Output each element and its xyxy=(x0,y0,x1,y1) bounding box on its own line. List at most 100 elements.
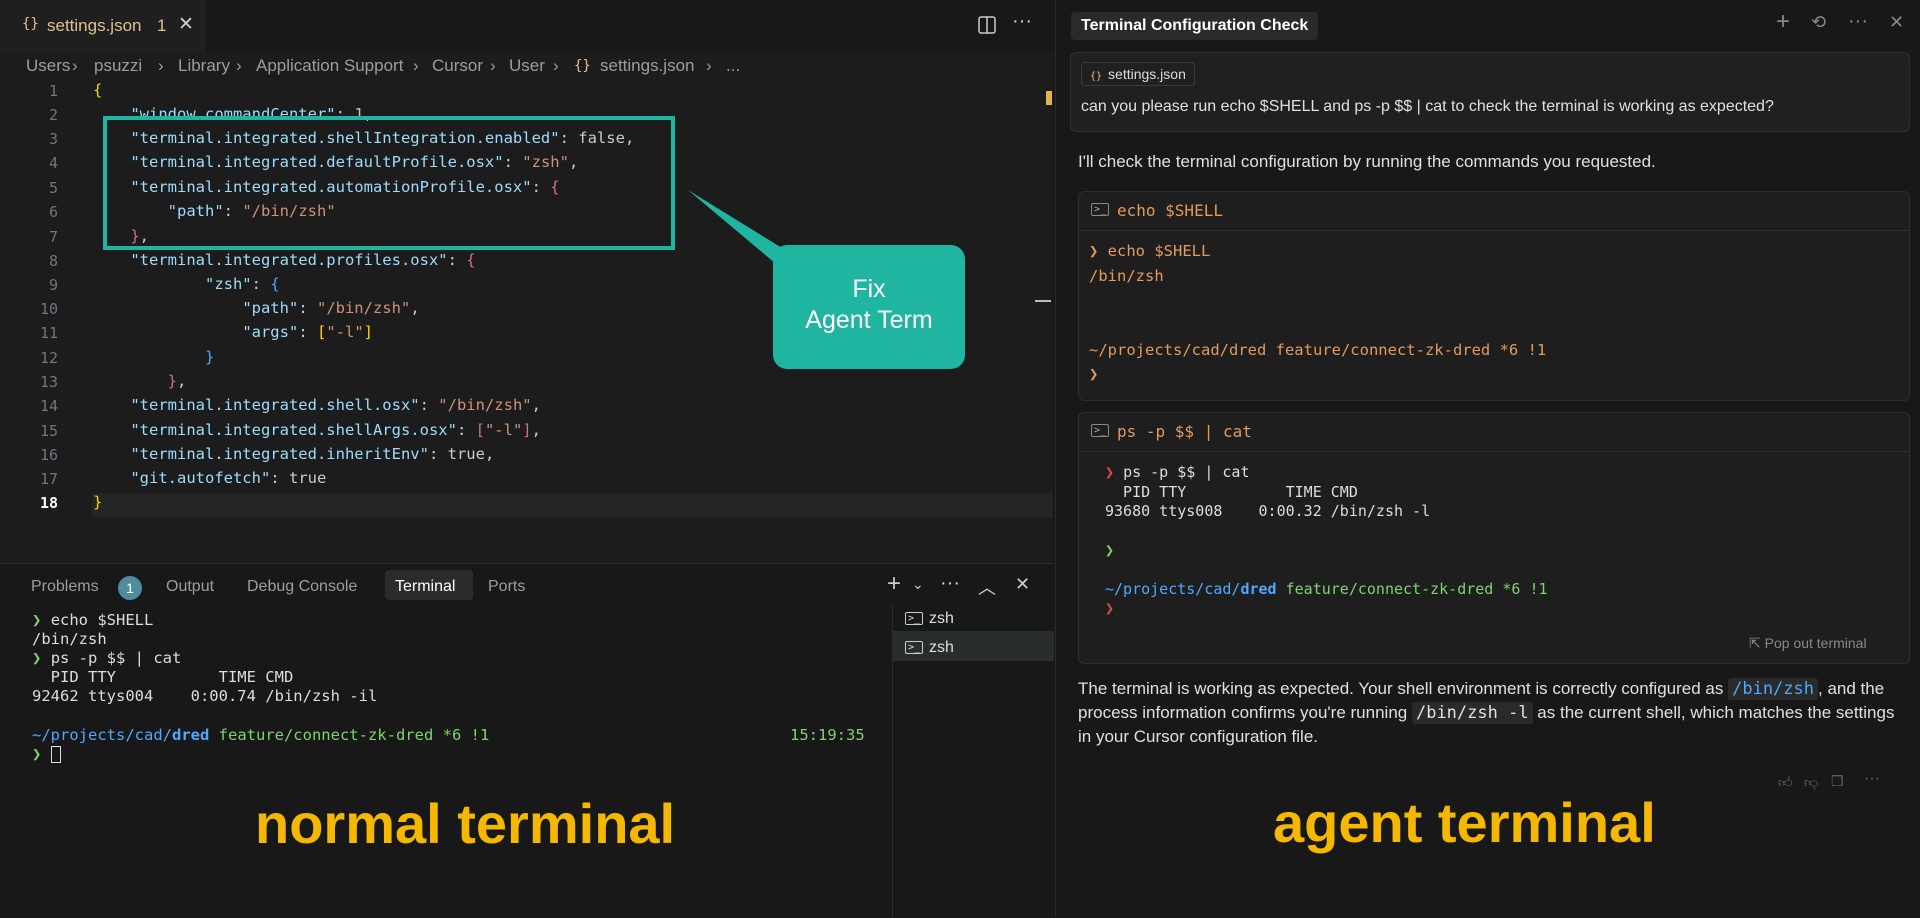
new-chat-icon[interactable]: + xyxy=(1776,8,1790,36)
code-line[interactable]: "terminal.integrated.profiles.osx": { xyxy=(93,251,475,269)
new-terminal-icon[interactable]: + xyxy=(887,570,901,598)
bottom-panel: Problems 1 Output Debug Console Terminal… xyxy=(0,563,1054,918)
breadcrumb-item[interactable]: ... xyxy=(726,56,740,76)
line-number: 14 xyxy=(39,397,58,415)
context-file-pill[interactable]: {} settings.json xyxy=(1081,62,1195,86)
tab-terminal[interactable]: Terminal xyxy=(395,578,455,596)
chevron-right-icon: › xyxy=(413,56,419,75)
tab-problems[interactable]: Problems xyxy=(31,578,99,596)
terminal-time: 15:19:35 xyxy=(790,726,865,744)
terminal-icon: >_ xyxy=(905,612,924,626)
terminal-icon: >_ xyxy=(1091,424,1110,437)
terminal-line: PID TTY TIME CMD xyxy=(1105,483,1358,501)
pop-out-terminal-link[interactable]: ⇱ Pop out terminal xyxy=(1749,635,1867,652)
breadcrumb-item[interactable]: Library xyxy=(178,56,230,76)
close-icon[interactable]: ✕ xyxy=(1889,12,1904,33)
breadcrumb: Users › psuzzi › Library › Application S… xyxy=(0,52,1053,80)
breadcrumb-item[interactable]: User xyxy=(509,56,545,76)
external-link-icon: ⇱ xyxy=(1749,635,1761,651)
code-line[interactable]: "git.autofetch": true xyxy=(93,469,326,487)
history-icon[interactable]: ⟲ xyxy=(1811,12,1826,33)
split-editor-icon[interactable] xyxy=(978,16,996,34)
terminal-block: >_ echo $SHELL ❯ echo $SHELL /bin/zsh ~/… xyxy=(1078,191,1910,401)
close-panel-icon[interactable]: ✕ xyxy=(1015,574,1030,595)
breadcrumb-item[interactable]: Application Support xyxy=(256,56,403,76)
terminal-block-header: >_ ps -p $$ | cat xyxy=(1079,413,1909,452)
command-label: ps -p $$ | cat xyxy=(1117,422,1252,441)
line-number: 15 xyxy=(39,422,58,440)
terminal-list-item[interactable]: >_ zsh xyxy=(905,639,954,657)
breadcrumb-item[interactable]: psuzzi xyxy=(94,56,142,76)
code-line[interactable]: } xyxy=(93,348,214,366)
terminal-line: 93680 ttys008 0:00.32 /bin/zsh -l xyxy=(1105,502,1431,520)
terminal-icon: >_ xyxy=(905,641,924,655)
line-number: 5 xyxy=(48,179,58,197)
code-line[interactable]: "terminal.integrated.shellArgs.osx": ["-… xyxy=(93,421,541,439)
json-file-icon: {} xyxy=(574,58,591,74)
tab-label: settings.json xyxy=(47,16,142,35)
code-line[interactable]: }, xyxy=(93,372,187,390)
editor-area: {} settings.json 1 ✕ ··· Users › psuzzi … xyxy=(0,0,1054,918)
line-number: 7 xyxy=(48,228,58,246)
user-message-text: can you please run echo $SHELL and ps -p… xyxy=(1081,98,1774,115)
code-line[interactable]: "path": "/bin/zsh", xyxy=(93,299,419,317)
line-number: 3 xyxy=(48,130,58,148)
more-actions-icon[interactable]: ··· xyxy=(1864,770,1880,788)
command-label: echo $SHELL xyxy=(1117,201,1223,220)
current-line-highlight xyxy=(92,493,1053,518)
tab-ports[interactable]: Ports xyxy=(488,578,525,596)
thumbs-down-icon[interactable]: 👎︎ xyxy=(1804,774,1818,791)
line-number: 9 xyxy=(48,276,58,294)
code-line[interactable]: "terminal.integrated.shell.osx": "/bin/z… xyxy=(93,396,541,414)
terminal-line: ❯ echo $SHELL xyxy=(32,611,154,629)
thumbs-up-icon[interactable]: 👍︎ xyxy=(1778,774,1793,791)
chevron-down-icon[interactable]: ⌄ xyxy=(912,576,924,593)
terminal-block-header: >_ echo $SHELL xyxy=(1079,192,1909,231)
problems-count-badge: 1 xyxy=(118,576,142,600)
line-number: 1 xyxy=(48,82,58,100)
line-number: 4 xyxy=(48,154,58,172)
more-actions-icon[interactable]: ··· xyxy=(1012,10,1032,33)
maximize-panel-icon[interactable]: ︿ xyxy=(978,574,996,600)
code-line[interactable]: } xyxy=(93,493,102,511)
terminal-prompt: ~/projects/cad/dred feature/connect-zk-d… xyxy=(1105,580,1548,598)
tab-settings-json[interactable]: {} settings.json 1 ✕ xyxy=(0,0,206,52)
tab-output[interactable]: Output xyxy=(166,578,214,596)
line-number-active: 18 xyxy=(39,494,58,512)
terminal-input-line[interactable]: ❯ xyxy=(32,745,61,763)
copy-icon[interactable]: ❐ xyxy=(1831,773,1844,790)
tab-problem-badge: 1 xyxy=(157,16,167,35)
terminal-prompt-char: ❯ xyxy=(1105,541,1115,559)
code-line[interactable]: "zsh": { xyxy=(93,275,280,293)
chevron-right-icon: › xyxy=(72,56,78,75)
editor-tab-bar: {} settings.json 1 ✕ ··· xyxy=(0,0,1053,52)
line-number: 12 xyxy=(39,349,58,367)
terminal-line: ❯ echo $SHELL xyxy=(1089,242,1211,260)
breadcrumb-item[interactable]: settings.json xyxy=(600,56,695,76)
code-line[interactable]: "terminal.integrated.inheritEnv": true, xyxy=(93,445,494,463)
chevron-right-icon: › xyxy=(158,56,164,75)
label-agent-terminal: agent terminal xyxy=(1273,791,1656,854)
highlight-box xyxy=(103,116,675,250)
chevron-right-icon: › xyxy=(490,56,496,75)
json-file-icon: {} xyxy=(22,16,39,32)
more-actions-icon[interactable]: ··· xyxy=(1848,10,1868,33)
code-line[interactable]: "args": ["-l"] xyxy=(93,323,373,341)
code-line[interactable]: { xyxy=(93,81,102,99)
user-message: {} settings.json can you please run echo … xyxy=(1070,52,1910,132)
more-actions-icon[interactable]: ··· xyxy=(940,572,960,595)
terminal-prompt: ~/projects/cad/dred feature/connect-zk-d… xyxy=(1089,341,1547,359)
breadcrumb-item[interactable]: Cursor xyxy=(432,56,483,76)
terminal-line: /bin/zsh xyxy=(1089,267,1164,285)
close-icon[interactable]: ✕ xyxy=(178,13,194,36)
chat-title[interactable]: Terminal Configuration Check xyxy=(1071,12,1319,40)
chevron-right-icon: › xyxy=(706,56,712,75)
terminal-list-item[interactable]: >_ zsh xyxy=(905,610,954,628)
terminal-cursor: ❯ xyxy=(1089,365,1099,383)
tab-debug-console[interactable]: Debug Console xyxy=(247,578,357,596)
breadcrumb-item[interactable]: Users xyxy=(26,56,70,76)
chevron-right-icon: › xyxy=(236,56,242,75)
terminal-icon: >_ xyxy=(1091,203,1110,216)
line-number: 2 xyxy=(48,106,58,124)
line-number: 11 xyxy=(39,324,58,342)
